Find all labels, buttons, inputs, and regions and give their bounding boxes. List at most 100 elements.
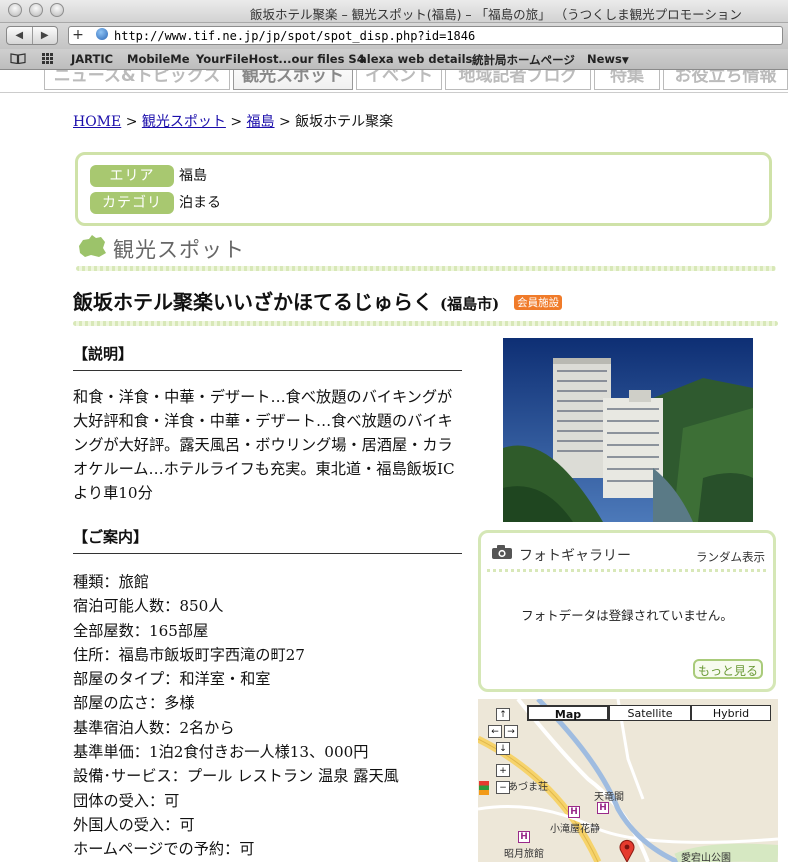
nav-useful-info[interactable]: お役立ち情報 bbox=[663, 70, 788, 90]
gallery-title: フォトギャラリー bbox=[519, 548, 631, 564]
guide-list: 種類：旅館 宿泊可能人数：850人 全部屋数：165部屋 住所：福島市飯坂町字西… bbox=[73, 570, 473, 862]
arrow-right-icon: → bbox=[507, 727, 515, 737]
bookmark-alexa[interactable]: alexa web details bbox=[359, 52, 472, 66]
map-label-shogetsu: 昭月旅館 bbox=[504, 849, 544, 860]
breadcrumb: HOME > 観光スポット > 福島 > 飯坂ホテル聚楽 bbox=[73, 114, 394, 130]
pan-down-button[interactable]: ↓ bbox=[496, 742, 510, 755]
guide-item: 設備･サービス：プール レストラン 温泉 露天風 bbox=[73, 767, 399, 786]
arrow-up-icon: ↑ bbox=[499, 710, 507, 720]
section-title: 観光スポット bbox=[113, 238, 245, 262]
top-sites-grid-icon[interactable] bbox=[42, 53, 54, 64]
map-label-atagoyama: 愛宕山公園 bbox=[681, 853, 731, 862]
guide-heading: 【ご案内】 bbox=[73, 526, 462, 554]
window-controls bbox=[8, 3, 64, 17]
map-label-kotakibana: 小滝屋花静 bbox=[550, 824, 600, 835]
guide-item: 宿泊可能人数：850人 bbox=[73, 597, 224, 616]
gallery-divider bbox=[487, 569, 767, 572]
location-pin-icon[interactable] bbox=[618, 839, 636, 862]
camera-icon bbox=[492, 545, 512, 559]
spot-name: 飯坂ホテル聚楽いいざかほてるじゅらく bbox=[73, 290, 433, 314]
breadcrumb-spots-link[interactable]: 観光スポット bbox=[142, 114, 226, 130]
gallery-empty-message: フォトデータは登録されていません。 bbox=[521, 608, 733, 623]
map-label-tenryukaku: 天竜閣 bbox=[594, 792, 624, 803]
guide-item: 外国人の受入：可 bbox=[73, 815, 195, 834]
description-heading: 【説明】 bbox=[73, 343, 462, 371]
nav-news-topics[interactable]: ニュース&トピックス bbox=[44, 70, 230, 90]
breadcrumb-current: 飯坂ホテル聚楽 bbox=[295, 114, 394, 130]
area-value: 福島 bbox=[179, 168, 207, 184]
map-widget[interactable]: Map Satellite Hybrid ↑ ← → ↓ + − あづま荘 天竜… bbox=[478, 699, 778, 862]
pan-right-button[interactable]: → bbox=[504, 725, 518, 738]
member-badge: 会員施設 bbox=[514, 295, 563, 310]
guide-item: 種類：旅館 bbox=[73, 573, 149, 591]
guide-item: 基準単価：1泊2食付きお一人様13、000円 bbox=[73, 743, 369, 762]
add-bookmark-button[interactable]: + bbox=[70, 28, 86, 42]
bookmark-stat-bureau[interactable]: 統計局ホームページ bbox=[472, 52, 575, 68]
pan-up-button[interactable]: ↑ bbox=[496, 708, 510, 721]
map-type-hybrid[interactable]: Hybrid bbox=[691, 705, 771, 721]
back-button[interactable]: ◀ bbox=[7, 27, 32, 44]
fukushima-map-icon bbox=[79, 235, 106, 257]
hotel-marker-icon[interactable]: H bbox=[597, 802, 609, 814]
bookmark-mobileme[interactable]: MobileMe bbox=[127, 52, 190, 66]
minimize-window-button[interactable] bbox=[29, 3, 43, 17]
globe-icon bbox=[96, 28, 108, 40]
spot-prefecture: (福島市) bbox=[439, 295, 500, 313]
nav-divider bbox=[0, 92, 788, 93]
category-label: カテゴリ bbox=[90, 192, 174, 214]
close-window-button[interactable] bbox=[8, 3, 22, 17]
guide-item: 部屋の広さ：多様 bbox=[73, 694, 195, 713]
window-title: 飯坂ホテル聚楽 – 観光スポット(福島) – 「福島の旅」 （うつくしま観光プロ… bbox=[250, 7, 742, 22]
bookmark-news-folder[interactable]: News▼ bbox=[587, 52, 629, 66]
hotel-photo bbox=[503, 338, 753, 522]
hotel-marker-icon[interactable]: H bbox=[568, 806, 580, 818]
nav-buttons: ◀ ▶ bbox=[6, 26, 58, 45]
back-arrow-icon: ◀ bbox=[15, 30, 24, 41]
bookmarks-book-icon[interactable] bbox=[10, 53, 26, 64]
chevron-down-icon: ▼ bbox=[621, 56, 629, 66]
heading-divider bbox=[76, 266, 776, 271]
window-titlebar: 飯坂ホテル聚楽 – 観光スポット(福島) – 「福島の旅」 （うつくしま観光プロ… bbox=[0, 0, 788, 23]
bookmarks-bar: JARTIC MobileMe YourFileHost...our files… bbox=[0, 49, 788, 70]
arrow-left-icon: ← bbox=[491, 727, 499, 737]
zoom-in-button[interactable]: + bbox=[496, 764, 510, 777]
area-label: エリア bbox=[90, 165, 174, 187]
gallery-random-link[interactable]: ランダム表示 bbox=[696, 549, 765, 565]
guide-item: 全部屋数：165部屋 bbox=[73, 621, 209, 640]
browser-toolbar: ◀ ▶ + http://www.tif.ne.jp/jp/spot/spot_… bbox=[0, 23, 788, 49]
bookmark-jartic[interactable]: JARTIC bbox=[71, 52, 113, 66]
map-type-satellite[interactable]: Satellite bbox=[609, 705, 691, 721]
url-text[interactable]: http://www.tif.ne.jp/jp/spot/spot_disp.p… bbox=[114, 29, 475, 43]
convenience-store-icon bbox=[479, 781, 489, 795]
category-value: 泊まる bbox=[179, 195, 221, 211]
zoom-window-button[interactable] bbox=[50, 3, 64, 17]
pan-left-button[interactable]: ← bbox=[488, 725, 502, 738]
guide-item: 基準宿泊人数：2名から bbox=[73, 718, 235, 737]
guide-item: 団体の受入：可 bbox=[73, 791, 180, 810]
guide-item: 住所：福島市飯坂町字西滝の町27 bbox=[73, 645, 305, 664]
nav-features[interactable]: 特集 bbox=[594, 70, 660, 90]
photo-gallery: フォトギャラリー ランダム表示 フォトデータは登録されていません。 もっと見る bbox=[478, 530, 776, 692]
description-text: 和食・洋食・中華・デザート…食べ放題のバイキングが大好評和食・洋食・中華・デザー… bbox=[73, 388, 455, 502]
gallery-more-button[interactable]: もっと見る bbox=[693, 659, 763, 679]
plus-icon: + bbox=[72, 27, 84, 43]
breadcrumb-home-link[interactable]: HOME bbox=[73, 114, 121, 130]
map-label-azumaso: あづま荘 bbox=[508, 782, 548, 793]
nav-tourist-spots[interactable]: 観光スポット bbox=[233, 70, 353, 90]
map-type-map[interactable]: Map bbox=[527, 705, 609, 721]
guide-item: 部屋のタイプ：和洋室・和室 bbox=[73, 670, 271, 689]
title-divider bbox=[73, 321, 778, 326]
hotel-marker-icon[interactable]: H bbox=[518, 831, 530, 843]
site-nav: ニュース&トピックス 観光スポット イベント 地域記者ブログ 特集 お役立ち情報 bbox=[0, 70, 788, 92]
nav-events[interactable]: イベント bbox=[356, 70, 442, 90]
breadcrumb-area-link[interactable]: 福島 bbox=[247, 114, 275, 130]
arrow-down-icon: ↓ bbox=[499, 744, 507, 754]
nav-blog[interactable]: 地域記者ブログ bbox=[445, 70, 591, 90]
forward-arrow-icon: ▶ bbox=[40, 30, 49, 41]
plus-icon: + bbox=[499, 766, 507, 776]
minus-icon: − bbox=[499, 783, 507, 793]
spot-title: 飯坂ホテル聚楽いいざかほてるじゅらく (福島市) 会員施設 bbox=[73, 286, 563, 315]
guide-item: ホームページでの予約：可 bbox=[73, 840, 255, 859]
forward-button[interactable]: ▶ bbox=[31, 27, 58, 44]
bookmark-yourfilehost[interactable]: YourFileHost...our files S4 bbox=[196, 52, 365, 66]
